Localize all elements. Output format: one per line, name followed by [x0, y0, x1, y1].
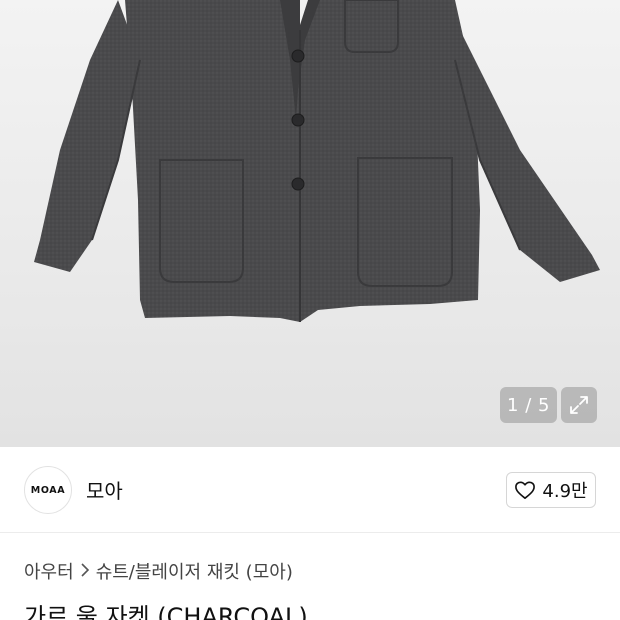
image-counter-text: 1 / 5 — [507, 394, 550, 416]
brand-name[interactable]: 모아 — [86, 475, 123, 504]
breadcrumb-item-category[interactable]: 슈트/블레이저 재킷 (모아) — [96, 558, 293, 584]
like-button[interactable]: 4.9만 — [506, 472, 596, 508]
chevron-right-icon — [80, 562, 90, 581]
heart-outline-icon — [515, 481, 536, 499]
product-page: 1 / 5 MOAA 모아 4.9만 아우터 슈트/블레이저 재킷 (모아) 가… — [0, 0, 620, 620]
brand-logo[interactable]: MOAA — [24, 466, 72, 514]
brand-row: MOAA 모아 4.9만 — [0, 447, 620, 533]
product-image-gallery[interactable]: 1 / 5 — [0, 0, 620, 447]
brand-logo-text: MOAA — [30, 484, 66, 496]
image-counter-badge: 1 / 5 — [500, 387, 557, 423]
like-count: 4.9만 — [542, 481, 588, 502]
product-image — [34, 0, 600, 322]
product-title: 가르 울 자켓 (CHARCOAL) — [24, 603, 308, 620]
breadcrumb: 아우터 슈트/블레이저 재킷 (모아) — [24, 558, 293, 584]
expand-image-button[interactable] — [561, 387, 597, 423]
expand-icon — [570, 396, 588, 414]
breadcrumb-item-outer[interactable]: 아우터 — [24, 558, 74, 584]
